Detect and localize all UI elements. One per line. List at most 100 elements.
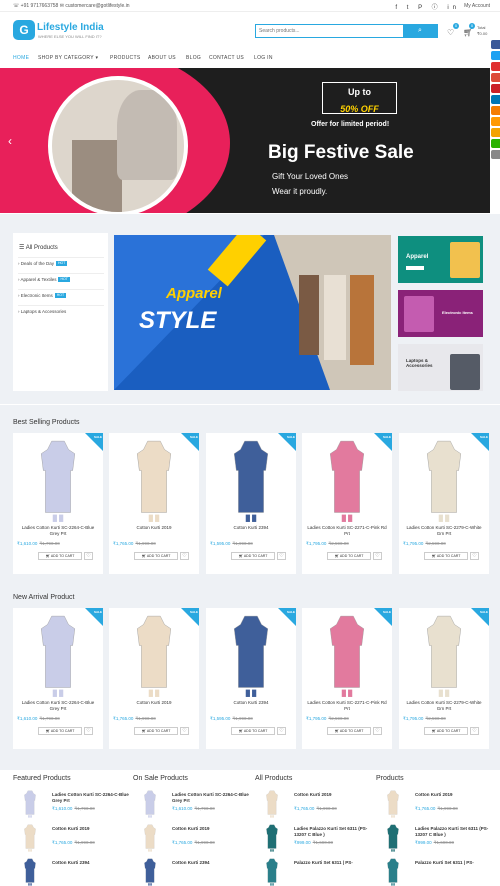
footer-product-name[interactable]: Palazzo Kurti Set 6311 | PS- [294, 860, 378, 866]
side-social-bar[interactable] [491, 40, 500, 161]
cart-icon[interactable]: 🛒︎ [463, 28, 473, 37]
product-name[interactable]: Cotton Kurti 2394 [210, 525, 292, 531]
footer-product-item[interactable]: Palazzo Kurti Set 6311 | PS- [262, 856, 377, 886]
social-icons[interactable]: f t P ⓘ in [395, 2, 460, 11]
footer-product-name[interactable]: Ladies Cotton Kurti SC-2264-C-Blue Grey … [172, 792, 256, 804]
apparel-style-banner[interactable]: Apparel STYLE [114, 235, 391, 390]
product-card[interactable]: SALE Cotton Kurti 2019 ₹1,765.00 ₹1,990.00 🛒… [109, 608, 199, 749]
wishlist-button[interactable]: ♡ [373, 727, 382, 735]
product-name[interactable]: Ladies Cotton Kurti SC-2271-C-Pink Rd Pr… [306, 700, 388, 712]
product-image-wrap[interactable] [13, 614, 103, 698]
product-image[interactable] [130, 614, 178, 698]
footer-product-item[interactable]: Cotton Kurti 2019 ₹1,765.00 ₹1,990.00 [383, 788, 498, 818]
site-logo[interactable]: G Lifestyle India WHERE ELSE YOU WILL FI… [13, 20, 113, 46]
apparel-banner[interactable]: Apparel [398, 236, 483, 283]
product-image[interactable] [34, 439, 82, 523]
add-to-cart-button[interactable]: 🛒︎ ADD TO CART [327, 552, 371, 560]
electronics-banner[interactable]: Electronic Items [398, 290, 483, 337]
footer-product-item[interactable]: Cotton Kurti 2394 [140, 856, 255, 886]
footer-product-name[interactable]: Cotton Kurti 2019 [415, 792, 499, 798]
product-image-wrap[interactable] [109, 614, 199, 698]
product-image-wrap[interactable] [13, 439, 103, 523]
add-to-cart-button[interactable]: 🛒︎ ADD TO CART [134, 727, 178, 735]
product-thumbnail[interactable] [20, 824, 40, 852]
product-thumbnail[interactable] [262, 790, 282, 818]
product-name[interactable]: Ladies Cotton Kurti SC-2271-C-Pink Rd Pr… [306, 525, 388, 537]
footer-product-item[interactable]: Ladies Palazzo Kurti Set 6311 (PS-13207 … [262, 822, 377, 852]
product-name[interactable]: Cotton Kurti 2394 [210, 700, 292, 706]
product-card[interactable]: SALE Ladies Cotton Kurti SC-2264-C-Blue G… [13, 433, 103, 574]
category-deals[interactable]: › Deals of the Day HOT [18, 257, 104, 269]
product-card[interactable]: SALE Cotton Kurti 2394 ₹1,595.00 ₹1,990.00 🛒… [206, 433, 296, 574]
category-apparel[interactable]: › Apparel & Textiles HOT [18, 273, 104, 285]
wishlist-button[interactable]: ♡ [180, 727, 189, 735]
product-image[interactable] [130, 439, 178, 523]
product-name[interactable]: Ladies Cotton Kurti SC-2279-C-White Grn … [403, 700, 485, 712]
nav-log-in[interactable]: LOG IN [254, 55, 273, 61]
product-image[interactable] [22, 790, 38, 818]
laptops-banner[interactable]: Laptops & Accessories [398, 344, 483, 391]
footer-product-item[interactable]: Ladies Cotton Kurti SC-2264-C-Blue Grey … [140, 788, 255, 818]
product-image-wrap[interactable] [302, 439, 392, 523]
product-thumbnail[interactable] [383, 824, 403, 852]
product-image-wrap[interactable] [206, 439, 296, 523]
product-thumbnail[interactable] [262, 858, 282, 886]
category-electronics[interactable]: › Electronic Items HOT [18, 289, 104, 301]
product-thumbnail[interactable] [383, 858, 403, 886]
product-image[interactable] [227, 614, 275, 698]
add-to-cart-button[interactable]: 🛒︎ ADD TO CART [424, 727, 468, 735]
product-image-wrap[interactable] [399, 614, 489, 698]
product-name[interactable]: Cotton Kurti 2019 [113, 525, 195, 531]
product-thumbnail[interactable] [140, 790, 160, 818]
product-image[interactable] [142, 790, 158, 818]
product-image[interactable] [34, 614, 82, 698]
product-image[interactable] [385, 824, 401, 852]
product-image[interactable] [323, 614, 371, 698]
wishlist-button[interactable]: ♡ [180, 552, 189, 560]
product-name[interactable]: Ladies Cotton Kurti SC-2264-C-Blue Grey … [17, 525, 99, 537]
product-image[interactable] [420, 614, 468, 698]
search-button[interactable]: ⌕ [403, 25, 437, 37]
nav-blog[interactable]: BLOG [186, 55, 201, 61]
product-image[interactable] [264, 790, 280, 818]
footer-product-name[interactable]: Ladies Palazzo Kurti Set 6311 (PS-13207 … [415, 826, 499, 838]
cart-total[interactable]: Total ₹0.00 [477, 25, 487, 37]
product-name[interactable]: Cotton Kurti 2019 [113, 700, 195, 706]
hero-slider[interactable]: ‹ Up to 50% OFF Offer for limited period… [0, 68, 490, 213]
email-link[interactable]: customercare@gotlifestyle.in [65, 3, 129, 9]
product-card[interactable]: SALE Cotton Kurti 2394 ₹1,595.00 ₹1,990.00 🛒… [206, 608, 296, 749]
product-image[interactable] [264, 824, 280, 852]
product-card[interactable]: SALE Ladies Cotton Kurti SC-2279-C-White … [399, 433, 489, 574]
product-image-wrap[interactable] [109, 439, 199, 523]
add-to-cart-button[interactable]: 🛒︎ ADD TO CART [231, 552, 275, 560]
add-to-cart-button[interactable]: 🛒︎ ADD TO CART [231, 727, 275, 735]
footer-product-name[interactable]: Cotton Kurti 2394 [52, 860, 136, 866]
product-name[interactable]: Ladies Cotton Kurti SC-2264-C-Blue Grey … [17, 700, 99, 712]
footer-product-item[interactable]: Ladies Palazzo Kurti Set 6311 (PS-13207 … [383, 822, 498, 852]
wishlist-button[interactable]: ♡ [277, 727, 286, 735]
footer-product-name[interactable]: Cotton Kurti 2019 [294, 792, 378, 798]
nav-contact-us[interactable]: CONTACT US [209, 55, 244, 61]
footer-product-name[interactable]: Ladies Cotton Kurti SC-2264-C-Blue Grey … [52, 792, 136, 804]
slider-prev-arrow[interactable]: ‹ [8, 134, 12, 148]
nav-about-us[interactable]: ABOUT US [148, 55, 176, 61]
product-thumbnail[interactable] [140, 824, 160, 852]
wishlist-button[interactable]: ♡ [470, 552, 479, 560]
product-image[interactable] [323, 439, 371, 523]
product-card[interactable]: SALE Ladies Cotton Kurti SC-2271-C-Pink R… [302, 608, 392, 749]
wishlist-button[interactable]: ♡ [373, 552, 382, 560]
heart-icon[interactable]: ♡ [447, 28, 454, 37]
product-image-wrap[interactable] [399, 439, 489, 523]
product-thumbnail[interactable] [20, 790, 40, 818]
footer-product-item[interactable]: Cotton Kurti 2019 ₹1,765.00 ₹1,990.00 [140, 822, 255, 852]
category-laptops[interactable]: › Laptops & Accessories [18, 305, 104, 317]
product-card[interactable]: SALE Ladies Cotton Kurti SC-2264-C-Blue G… [13, 608, 103, 749]
product-image[interactable] [227, 439, 275, 523]
add-to-cart-button[interactable]: 🛒︎ ADD TO CART [424, 552, 468, 560]
wishlist-button[interactable]: ♡ [470, 727, 479, 735]
product-image[interactable] [22, 824, 38, 852]
add-to-cart-button[interactable]: 🛒︎ ADD TO CART [38, 727, 82, 735]
product-image[interactable] [385, 790, 401, 818]
product-card[interactable]: SALE Ladies Cotton Kurti SC-2271-C-Pink R… [302, 433, 392, 574]
footer-product-name[interactable]: Cotton Kurti 2019 [172, 826, 256, 832]
